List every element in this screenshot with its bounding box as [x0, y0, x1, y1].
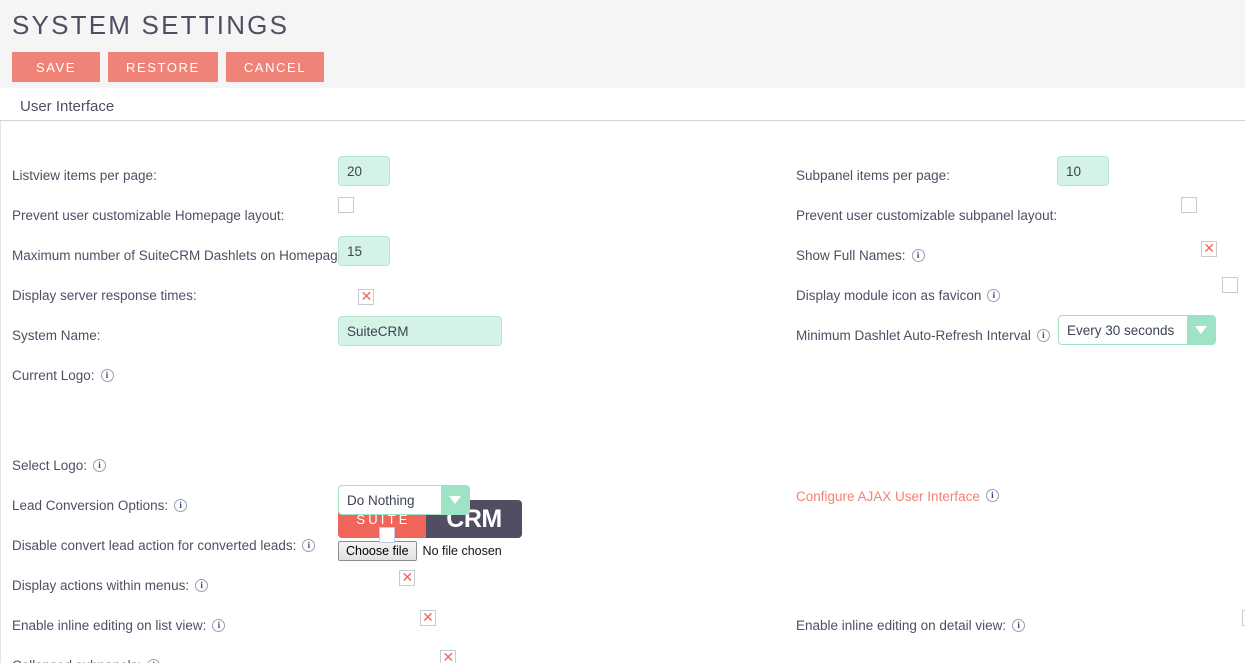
current-logo-label: Current Logo: [12, 366, 95, 386]
disable-convert-checkbox[interactable] [379, 527, 395, 543]
no-file-chosen-text: No file chosen [423, 544, 502, 558]
chevron-down-icon [1187, 316, 1215, 344]
info-icon-ajax-ui[interactable]: i [986, 489, 999, 502]
disable-convert-label: Disable convert lead action for converte… [12, 536, 296, 556]
subpanel-items-input[interactable] [1057, 156, 1109, 186]
info-icon-disable-convert[interactable]: i [302, 539, 315, 552]
row-inline-edit-detail-view: Enable inline editing on detail view: i [0, 616, 1025, 636]
prevent-subpanel-label: Prevent user customizable subpanel layou… [796, 206, 1057, 226]
restore-button[interactable]: RESTORE [108, 52, 218, 82]
row-disable-convert-lead: Disable convert lead action for converte… [0, 536, 315, 556]
row-show-full-names: Show Full Names: i [0, 246, 925, 266]
logo-file-picker: Choose file No file chosen [338, 541, 522, 561]
info-icon-inline-detail[interactable]: i [1012, 619, 1025, 632]
display-actions-checkbox[interactable] [399, 570, 415, 586]
cancel-button[interactable]: CANCEL [226, 52, 324, 82]
configure-ajax-ui-link[interactable]: Configure AJAX User Interface [796, 489, 980, 504]
page-title: SYSTEM SETTINGS [0, 0, 1245, 42]
row-subpanel-items-per-page: Subpanel items per page: [0, 166, 950, 186]
row-display-actions-within-menus: Display actions within menus: i [0, 576, 208, 596]
inline-detail-label: Enable inline editing on detail view: [796, 616, 1006, 636]
info-icon-display-actions[interactable]: i [195, 579, 208, 592]
show-full-names-checkbox[interactable] [1201, 241, 1217, 257]
row-configure-ajax-ui: Configure AJAX User Interface i [0, 486, 999, 506]
info-icon-show-full-names[interactable]: i [912, 249, 925, 262]
prevent-subpanel-checkbox[interactable] [1181, 197, 1197, 213]
row-dashlet-refresh-interval: Minimum Dashlet Auto-Refresh Interval i [0, 326, 1050, 346]
row-module-icon-favicon: Display module icon as favicon i [0, 286, 1000, 306]
collapsed-subpanels-checkbox[interactable] [440, 650, 456, 663]
subpanel-items-label: Subpanel items per page: [796, 166, 950, 186]
row-current-logo: Current Logo: i [0, 366, 114, 386]
row-select-logo: Select Logo: i [0, 456, 106, 476]
info-icon-module-favicon[interactable]: i [987, 289, 1000, 302]
page-header: SYSTEM SETTINGS SAVE RESTORE CANCEL [0, 0, 1245, 88]
select-logo-label: Select Logo: [12, 456, 87, 476]
dashlet-refresh-value: Every 30 seconds [1059, 316, 1187, 344]
choose-file-button[interactable]: Choose file [338, 541, 417, 561]
row-collapsed-subpanels: Collapsed subpanels: i [0, 656, 160, 663]
module-favicon-label: Display module icon as favicon [796, 286, 981, 306]
tab-strip: User Interface [0, 88, 1245, 120]
tab-user-interface[interactable]: User Interface [20, 98, 114, 115]
info-icon-select-logo[interactable]: i [93, 459, 106, 472]
show-full-names-label: Show Full Names: [796, 246, 906, 266]
collapsed-subpanels-label: Collapsed subpanels: [12, 656, 141, 663]
module-favicon-checkbox[interactable] [1222, 277, 1238, 293]
row-prevent-subpanel-layout: Prevent user customizable subpanel layou… [0, 206, 1057, 226]
info-icon-collapsed-subpanels[interactable]: i [147, 659, 160, 663]
save-button[interactable]: SAVE [12, 52, 100, 82]
action-button-group: SAVE RESTORE CANCEL [12, 52, 324, 82]
dashlet-refresh-label: Minimum Dashlet Auto-Refresh Interval [796, 326, 1031, 346]
info-icon-dashlet-refresh[interactable]: i [1037, 329, 1050, 342]
info-icon-current-logo[interactable]: i [101, 369, 114, 382]
dashlet-refresh-dropdown[interactable]: Every 30 seconds [1058, 315, 1216, 345]
settings-panel: Listview items per page: Prevent user cu… [0, 121, 1245, 663]
display-actions-label: Display actions within menus: [12, 576, 189, 596]
